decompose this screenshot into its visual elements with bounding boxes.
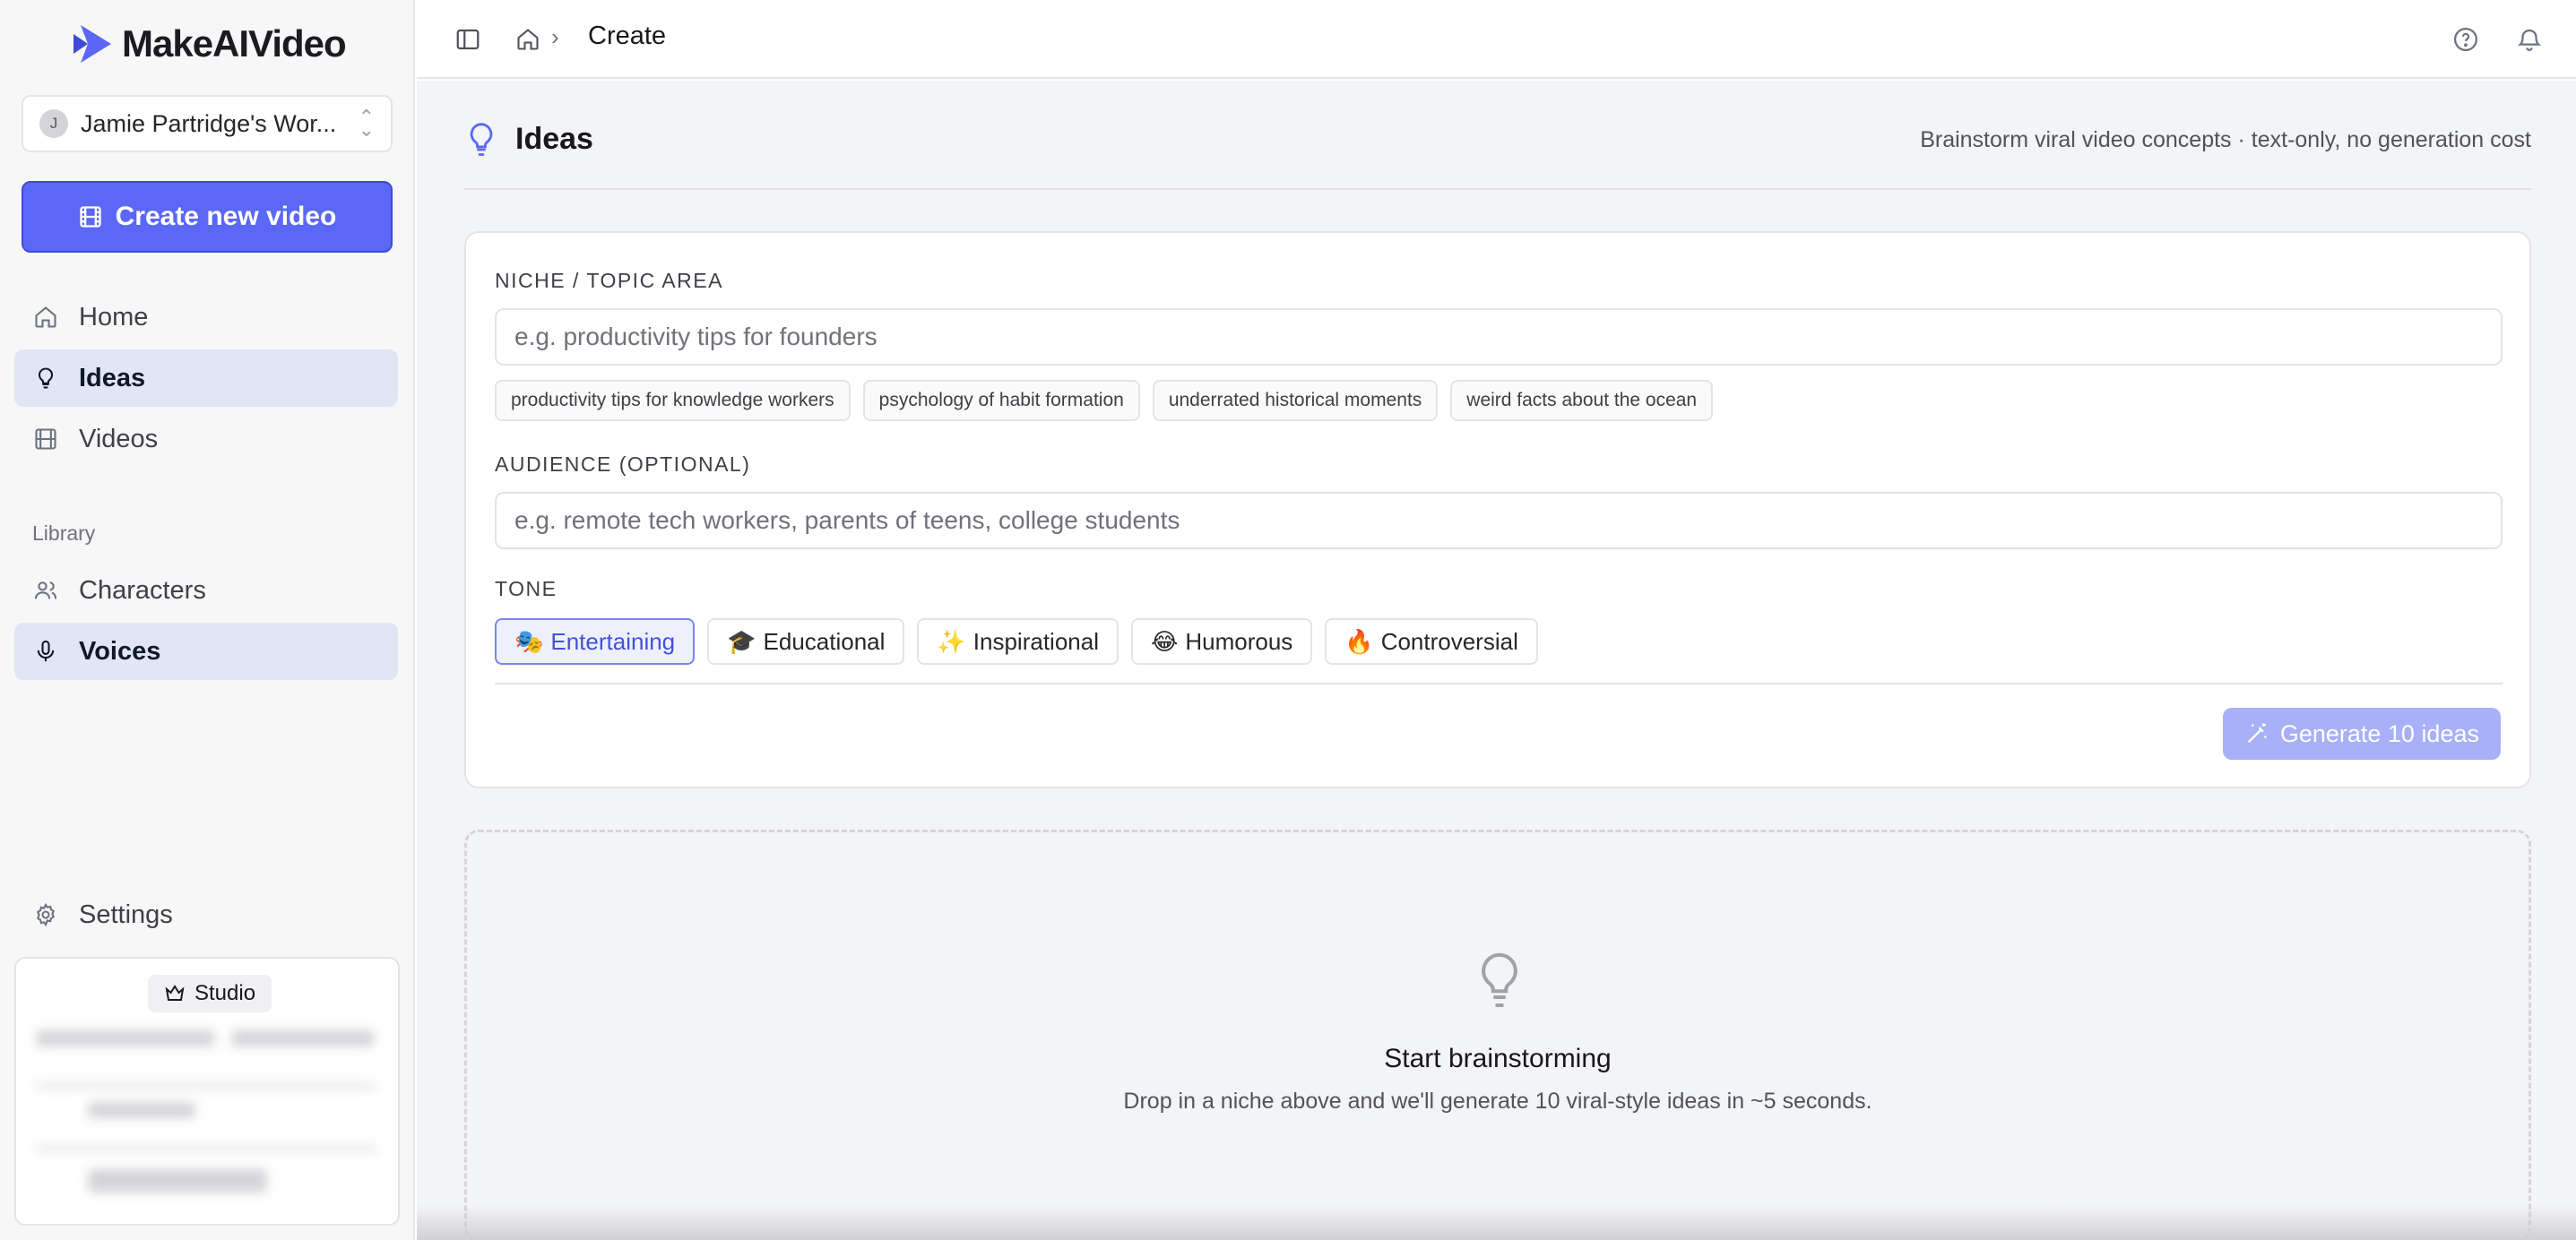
tone-option-label: Humorous xyxy=(1185,627,1293,655)
lightbulb-icon xyxy=(1482,952,1517,1008)
lightbulb-icon xyxy=(470,123,493,156)
users-icon xyxy=(32,577,59,604)
suggestion-chip[interactable]: weird facts about the ocean xyxy=(1450,380,1714,421)
create-new-video-label: Create new video xyxy=(115,202,337,231)
laughing-face-icon: 😂 xyxy=(1150,627,1179,655)
chevron-right-icon: › xyxy=(551,23,559,50)
suggestion-chip[interactable]: underrated historical moments xyxy=(1152,380,1439,421)
empty-state-description: Drop in a niche above and we'll generate… xyxy=(1123,1089,1872,1114)
film-icon xyxy=(79,206,101,228)
form-divider xyxy=(495,683,2503,685)
generate-ideas-button[interactable]: Generate 10 ideas xyxy=(2222,708,2501,760)
plan-badge: Studio xyxy=(148,975,272,1012)
tone-option-entertaining[interactable]: 🎭 Entertaining xyxy=(495,618,696,665)
logo-text: MakeAIVideo xyxy=(122,22,347,65)
page-subtitle: Brainstorm viral video concepts · text-o… xyxy=(1920,127,2531,152)
sidebar-item-home[interactable]: Home xyxy=(14,288,398,346)
graduation-cap-icon: 🎓 xyxy=(727,627,756,655)
audience-label: AUDIENCE (OPTIONAL) xyxy=(495,452,751,476)
tone-label: TONE xyxy=(495,577,558,600)
chevron-up-down-icon: ⌃ ⌄ xyxy=(358,106,375,141)
audience-input[interactable] xyxy=(495,492,2503,549)
logo-icon xyxy=(73,25,111,63)
tone-option-inspirational[interactable]: ✨ Inspirational xyxy=(917,618,1119,665)
top-header: › Create xyxy=(417,0,2576,79)
sidebar-item-voices[interactable]: Voices xyxy=(14,623,398,680)
sparkles-icon: ✨ xyxy=(937,627,966,655)
generate-ideas-label: Generate 10 ideas xyxy=(2279,719,2479,747)
page-header: Ideas Brainstorm viral video concepts · … xyxy=(464,122,2531,190)
empty-state-title: Start brainstorming xyxy=(1384,1044,1612,1073)
credits-divider-blurred xyxy=(36,1084,376,1088)
main-content: Ideas Brainstorm viral video concepts · … xyxy=(417,81,2576,1240)
sidebar-item-label: Videos xyxy=(79,424,159,453)
tone-option-label: Inspirational xyxy=(972,627,1099,655)
ideas-form: NICHE / TOPIC AREA productivity tips for… xyxy=(464,231,2531,788)
sidebar-item-label: Ideas xyxy=(79,363,146,392)
workspace-name: Jamie Partridge's Wor... xyxy=(81,109,337,137)
sidebar-item-label: Voices xyxy=(79,636,161,666)
niche-input[interactable] xyxy=(495,308,2503,366)
niche-label: NICHE / TOPIC AREA xyxy=(495,269,723,292)
tone-option-humorous[interactable]: 😂 Humorous xyxy=(1130,618,1313,665)
home-icon xyxy=(32,304,59,331)
plan-detail-blurred xyxy=(88,1102,195,1118)
plan-divider-blurred xyxy=(36,1147,376,1150)
empty-state: Start brainstorming Drop in a niche abov… xyxy=(464,830,2531,1240)
crown-icon xyxy=(165,985,185,1001)
plan-card: Studio xyxy=(14,957,400,1226)
tone-option-label: Controversial xyxy=(1380,627,1518,655)
sidebar: MakeAIVideo J Jamie Partridge's Wor... ⌃… xyxy=(0,0,415,1240)
suggestion-chip[interactable]: productivity tips for knowledge workers xyxy=(495,380,851,421)
credits-row-blurred xyxy=(36,1030,215,1046)
logo[interactable]: MakeAIVideo xyxy=(70,22,347,66)
help-icon[interactable] xyxy=(2448,22,2484,57)
magic-wand-icon xyxy=(2247,723,2267,744)
microphone-icon xyxy=(32,638,59,665)
create-new-video-button[interactable]: Create new video xyxy=(22,181,393,253)
credits-value-blurred xyxy=(231,1030,375,1046)
suggestion-chip[interactable]: psychology of habit formation xyxy=(862,380,1140,421)
sidebar-item-label: Characters xyxy=(79,575,206,605)
sidebar-item-ideas[interactable]: Ideas xyxy=(14,349,398,407)
tone-selector: 🎭 Entertaining 🎓 Educational ✨ Inspirati… xyxy=(495,618,1538,665)
film-icon xyxy=(32,426,59,452)
breadcrumb-home-icon[interactable] xyxy=(510,22,546,57)
sidebar-item-label: Home xyxy=(79,302,149,332)
fire-icon: 🔥 xyxy=(1344,627,1374,655)
lightbulb-icon xyxy=(32,365,59,392)
page-title: Ideas xyxy=(515,122,593,156)
niche-suggestions: productivity tips for knowledge workers … xyxy=(495,380,1714,421)
sidebar-toggle-icon[interactable] xyxy=(450,22,486,57)
tone-option-label: Entertaining xyxy=(550,627,676,655)
bottom-fade xyxy=(417,1204,2576,1240)
sidebar-item-characters[interactable]: Characters xyxy=(14,562,398,619)
gear-icon xyxy=(32,901,59,928)
tone-option-educational[interactable]: 🎓 Educational xyxy=(707,618,905,665)
tone-option-label: Educational xyxy=(763,627,886,655)
workspace-switcher[interactable]: J Jamie Partridge's Wor... ⌃ ⌄ xyxy=(22,95,393,152)
workspace-avatar: J xyxy=(39,109,68,138)
sidebar-item-label: Settings xyxy=(79,900,173,929)
tone-option-controversial[interactable]: 🔥 Controversial xyxy=(1325,618,1538,665)
bell-icon[interactable] xyxy=(2511,22,2547,57)
plan-badge-label: Studio xyxy=(194,981,256,1005)
library-section-label: Library xyxy=(32,521,96,545)
sidebar-item-videos[interactable]: Videos xyxy=(14,410,398,468)
masks-icon: 🎭 xyxy=(514,627,544,655)
breadcrumb-current: Create xyxy=(588,22,667,50)
sidebar-item-settings[interactable]: Settings xyxy=(14,886,398,943)
upgrade-blurred xyxy=(88,1169,267,1193)
